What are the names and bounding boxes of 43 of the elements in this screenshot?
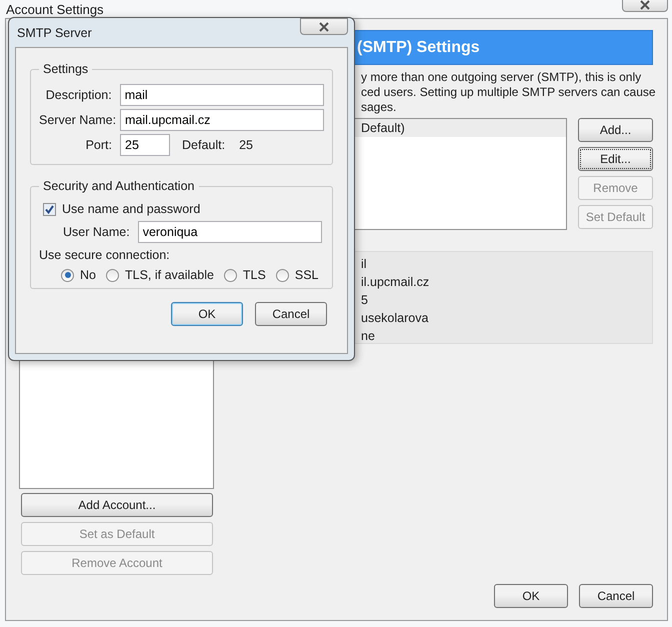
radio-label[interactable]: TLS xyxy=(242,268,266,282)
field-label: Description: xyxy=(44,88,112,102)
port-field[interactable]: 25 xyxy=(120,134,170,156)
description-text: ced users. Setting up multiple SMTP servers can cause xyxy=(361,85,653,100)
detail-text: ne xyxy=(361,328,376,345)
group-label: Security and Authentication xyxy=(43,179,194,193)
radio-label[interactable]: No xyxy=(80,268,96,282)
default-port: 25 xyxy=(239,138,253,152)
detail-text: il xyxy=(361,256,368,273)
account-button[interactable]: Add Account... xyxy=(21,493,213,517)
detail-text: il.upcmail.cz xyxy=(361,274,430,291)
server-button[interactable]: Add... xyxy=(578,118,653,142)
close-button[interactable] xyxy=(300,18,348,35)
radio-label[interactable]: TLS, if available xyxy=(124,268,214,282)
dialog-button[interactable]: Cancel xyxy=(579,584,653,608)
radio-label[interactable]: SSL xyxy=(294,268,318,282)
server-button[interactable]: Edit... xyxy=(578,147,653,171)
default-label: Default: xyxy=(182,138,226,152)
close-icon xyxy=(317,22,331,32)
description-text: sages. xyxy=(361,100,398,115)
description-text: y more than one outgoing server (SMTP), this is only xyxy=(361,70,642,85)
field-label: Port: xyxy=(84,138,112,152)
dialog-title: SMTP Server xyxy=(16,26,92,40)
detail-text: usekolarova xyxy=(361,310,430,327)
dialog-button[interactable]: OK xyxy=(171,302,243,326)
group-label: Settings xyxy=(43,62,88,76)
user-name-field[interactable]: veroniqua xyxy=(138,220,322,242)
dialog-button[interactable]: Cancel xyxy=(255,302,327,326)
checkbox[interactable] xyxy=(43,202,56,216)
radio-button[interactable] xyxy=(224,268,237,282)
radio-button[interactable] xyxy=(61,268,74,282)
secure-connection-label: Use secure connection: xyxy=(39,248,171,262)
window-title: Account Settings xyxy=(6,2,104,16)
close-icon xyxy=(638,0,652,10)
field-label: User Name: xyxy=(63,224,130,238)
server-name-field[interactable]: mail.upcmail.cz xyxy=(120,108,324,130)
dialog-button[interactable]: OK xyxy=(494,584,568,608)
radio-button[interactable] xyxy=(106,268,119,282)
close-button[interactable] xyxy=(622,0,668,12)
detail-text: 5 xyxy=(361,292,369,309)
description-field[interactable]: mail xyxy=(120,84,324,106)
checkbox-label[interactable]: Use name and password xyxy=(62,202,200,216)
radio-button[interactable] xyxy=(276,268,289,282)
